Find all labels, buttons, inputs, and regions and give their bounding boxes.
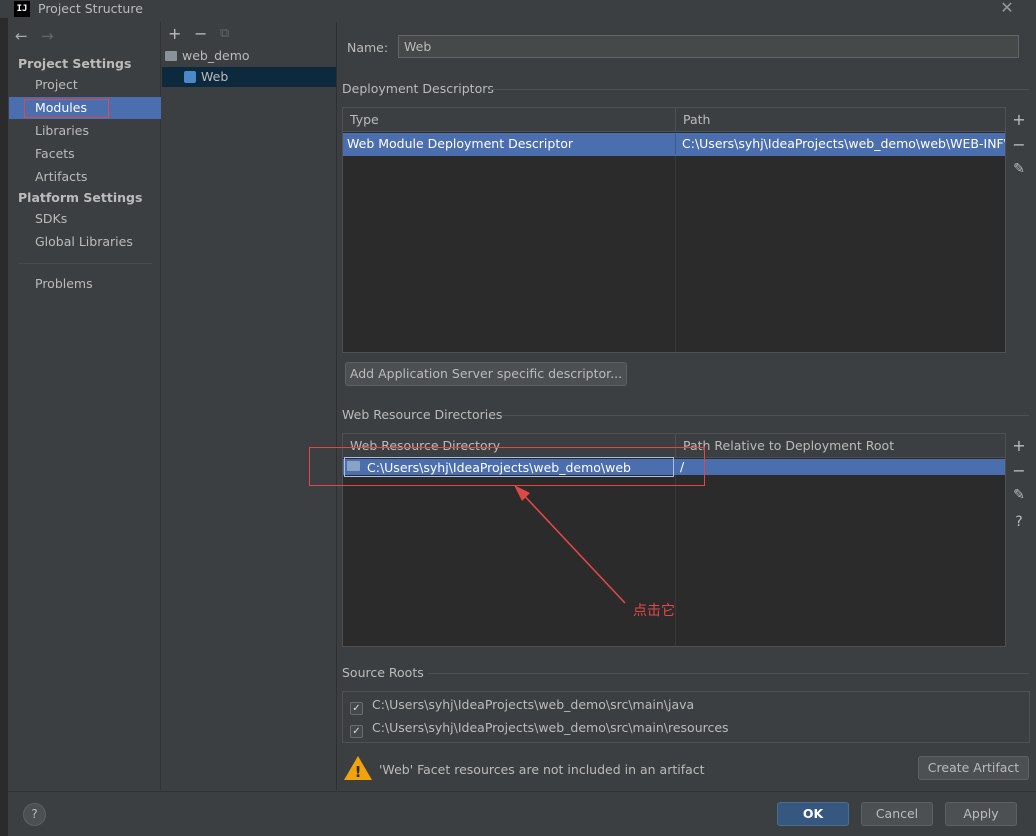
help-resource-icon[interactable]: ? bbox=[1008, 514, 1030, 530]
tree-item-web-demo-label: web_demo bbox=[182, 48, 250, 63]
annotation-highlight-box bbox=[309, 447, 705, 486]
source-root-checkbox[interactable]: ✓ bbox=[350, 725, 363, 738]
deployment-descriptors-table: Type Path Web Module Deployment Descript… bbox=[342, 107, 1006, 353]
name-label: Name: bbox=[347, 40, 389, 55]
warning-icon: ! bbox=[344, 756, 372, 781]
add-module-icon[interactable]: + bbox=[168, 24, 181, 43]
remove-resource-icon[interactable]: − bbox=[1008, 461, 1030, 480]
column-header-type[interactable]: Type bbox=[343, 108, 675, 132]
tree-item-web[interactable]: Web bbox=[162, 67, 336, 87]
source-roots-title: Source Roots bbox=[342, 665, 424, 680]
section-divider bbox=[502, 415, 1029, 416]
name-field[interactable]: Web bbox=[398, 35, 1019, 58]
column-header-path[interactable]: Path bbox=[675, 108, 1005, 132]
list-item[interactable]: ✓ C:\Users\syhj\IdeaProjects\web_demo\sr… bbox=[350, 720, 729, 738]
web-resource-directories-title: Web Resource Directories bbox=[342, 407, 503, 422]
source-root-path: C:\Users\syhj\IdeaProjects\web_demo\src\… bbox=[371, 720, 729, 735]
intellij-logo: IJ bbox=[14, 1, 30, 17]
ok-button[interactable]: OK bbox=[777, 802, 849, 826]
annotation-arrow bbox=[514, 485, 626, 604]
source-root-path: C:\Users\syhj\IdeaProjects\web_demo\src\… bbox=[371, 697, 695, 712]
title-bar bbox=[0, 0, 1036, 18]
add-resource-icon[interactable]: + bbox=[1008, 436, 1030, 455]
section-divider bbox=[428, 673, 1029, 674]
remove-module-icon[interactable]: − bbox=[194, 24, 207, 43]
back-arrow-icon[interactable]: ← bbox=[15, 27, 28, 45]
cancel-button[interactable]: Cancel bbox=[861, 802, 933, 826]
web-facet-icon bbox=[184, 71, 196, 83]
deployment-descriptors-title: Deployment Descriptors bbox=[342, 81, 494, 96]
edit-descriptor-icon[interactable]: ✎ bbox=[1008, 161, 1030, 177]
add-descriptor-icon[interactable]: + bbox=[1008, 110, 1030, 129]
tree-item-web-label: Web bbox=[201, 69, 229, 84]
table-row[interactable]: Web Module Deployment Descriptor C:\User… bbox=[343, 133, 1005, 156]
window-title: Project Structure bbox=[38, 1, 143, 16]
module-tree-panel bbox=[162, 22, 337, 790]
descriptor-type-cell: Web Module Deployment Descriptor bbox=[347, 136, 574, 151]
sidebar-item-global-libraries[interactable]: Global Libraries bbox=[9, 231, 161, 253]
edit-resource-icon[interactable]: ✎ bbox=[1008, 487, 1030, 503]
modules-highlight-box bbox=[24, 99, 109, 118]
section-divider bbox=[490, 89, 1029, 90]
sidebar-item-problems[interactable]: Problems bbox=[9, 273, 161, 295]
forward-arrow-icon[interactable]: → bbox=[41, 27, 54, 45]
warning-icon-glyph: ! bbox=[355, 763, 362, 781]
platform-settings-heading: Platform Settings bbox=[18, 190, 143, 205]
remove-descriptor-icon[interactable]: − bbox=[1008, 135, 1030, 154]
close-icon[interactable]: ✕ bbox=[996, 0, 1018, 18]
help-button[interactable]: ? bbox=[23, 803, 46, 826]
add-server-descriptor-button[interactable]: Add Application Server specific descript… bbox=[345, 362, 627, 386]
module-folder-icon bbox=[165, 51, 177, 61]
list-item[interactable]: ✓ C:\Users\syhj\IdeaProjects\web_demo\sr… bbox=[350, 697, 694, 715]
tree-item-web-demo[interactable]: web_demo bbox=[165, 46, 250, 66]
background-edge bbox=[0, 18, 8, 836]
create-artifact-button[interactable]: Create Artifact bbox=[918, 756, 1029, 780]
column-divider bbox=[675, 475, 676, 646]
sidebar-item-facets[interactable]: Facets bbox=[9, 143, 161, 165]
annotation-text: 点击它 bbox=[633, 603, 675, 619]
column-divider bbox=[675, 156, 676, 352]
sidebar-item-project[interactable]: Project bbox=[9, 74, 161, 96]
sidebar-item-libraries[interactable]: Libraries bbox=[9, 120, 161, 142]
project-settings-heading: Project Settings bbox=[18, 56, 132, 71]
column-header-relative-path[interactable]: Path Relative to Deployment Root bbox=[675, 434, 1005, 458]
copy-module-icon[interactable]: ⧉ bbox=[220, 26, 229, 41]
relative-path-cell[interactable]: / bbox=[676, 457, 1005, 477]
descriptor-path-cell: C:\Users\syhj\IdeaProjects\web_demo\web\… bbox=[675, 134, 1005, 154]
sidebar-item-artifacts[interactable]: Artifacts bbox=[9, 166, 161, 188]
apply-button[interactable]: Apply bbox=[945, 802, 1017, 826]
sidebar-item-sdks[interactable]: SDKs bbox=[9, 208, 161, 230]
sidebar-divider bbox=[18, 263, 152, 264]
facet-warning-text: 'Web' Facet resources are not included i… bbox=[379, 762, 705, 777]
source-root-checkbox[interactable]: ✓ bbox=[350, 702, 363, 715]
